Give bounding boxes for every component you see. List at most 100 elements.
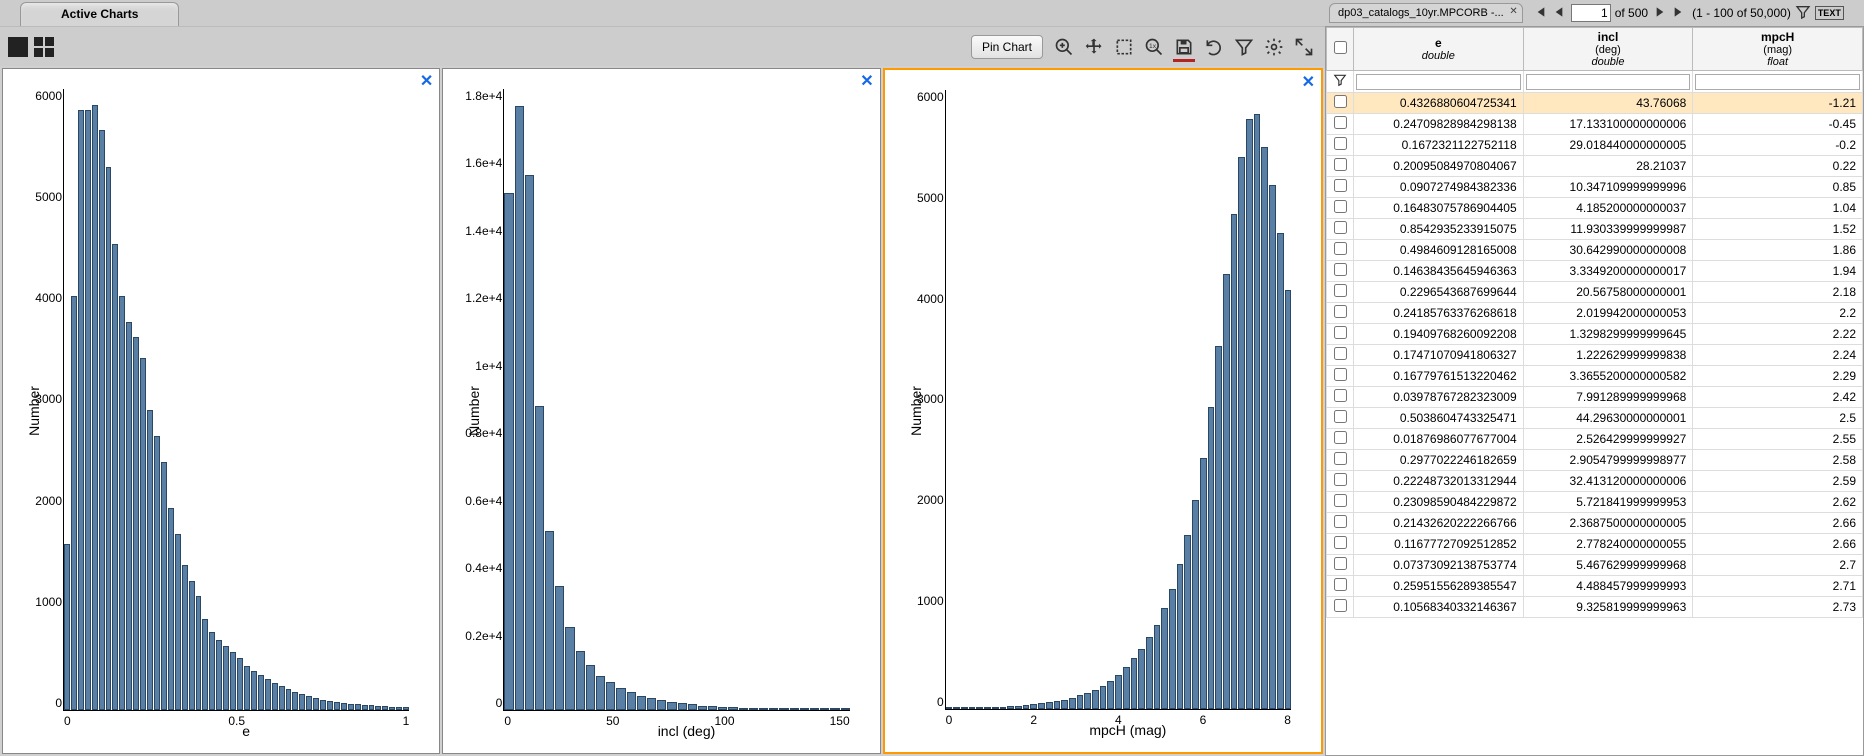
table-row[interactable]: 0.090727498438233610.3471099999999960.85 [1327,177,1863,198]
settings-icon[interactable] [1261,34,1287,60]
row-checkbox[interactable] [1334,158,1347,171]
column-header[interactable]: edouble [1354,28,1524,71]
grid-view-icon[interactable] [34,37,54,57]
row-checkbox[interactable] [1334,368,1347,381]
table-row[interactable]: 0.146384356459463633.33492000000000171.9… [1327,261,1863,282]
row-checkbox[interactable] [1334,284,1347,297]
table-row[interactable]: 0.039787672823230097.9912899999999682.42 [1327,387,1863,408]
histogram-bar [1061,700,1068,709]
table-row[interactable]: 0.164830757869044054.1852000000000371.04 [1327,198,1863,219]
table-row[interactable]: 0.116777270925128522.7782400000000552.66 [1327,534,1863,555]
filter-icon[interactable] [1231,34,1257,60]
row-checkbox[interactable] [1334,221,1347,234]
cell-incl: 4.185200000000037 [1523,198,1693,219]
histogram-bar [1184,535,1191,709]
row-checkbox[interactable] [1334,431,1347,444]
row-checkbox[interactable] [1334,410,1347,423]
table-row[interactable]: 0.018769860776770042.5264299999999272.55 [1327,429,1863,450]
histogram-bar [182,565,188,710]
row-checkbox[interactable] [1334,326,1347,339]
table-row[interactable]: 0.229654368769964420.567580000000012.18 [1327,282,1863,303]
column-filter-input[interactable] [1526,74,1691,90]
row-checkbox[interactable] [1334,536,1347,549]
table-row[interactable]: 0.498460912816500830.6429900000000081.86 [1327,240,1863,261]
last-page-icon[interactable] [1672,4,1688,23]
row-checkbox[interactable] [1334,179,1347,192]
histogram-bar [596,676,605,710]
table-row[interactable]: 0.174710709418063271.2226299999998382.24 [1327,345,1863,366]
next-page-icon[interactable] [1652,4,1668,23]
table-row[interactable]: 0.214326202222667662.36875000000000052.6… [1327,513,1863,534]
page-input[interactable] [1571,4,1611,22]
table-row[interactable]: 0.2224873201331294432.4131200000000062.5… [1327,471,1863,492]
histogram-bar [382,706,388,710]
save-icon[interactable] [1171,34,1197,60]
table-row[interactable]: 0.194097682600922081.32982999999996452.2… [1327,324,1863,345]
expand-icon[interactable] [1291,34,1317,60]
column-filter-input[interactable] [1695,74,1860,90]
zoom-reset-icon[interactable]: 1x [1141,34,1167,60]
table-row[interactable]: 0.503860474332547144.296300000000012.5 [1327,408,1863,429]
histogram-bar [1092,690,1099,709]
histogram-bar [1107,681,1114,709]
cell-mpcH: 2.42 [1693,387,1863,408]
zoom-in-icon[interactable] [1051,34,1077,60]
row-checkbox[interactable] [1334,494,1347,507]
table-row[interactable]: 0.432688060472534143.76068-1.21 [1327,93,1863,114]
row-checkbox[interactable] [1334,578,1347,591]
chart-card-mpcH[interactable]: ✕ Number 6000500040003000200010000 02468… [883,68,1323,754]
row-checkbox[interactable] [1334,515,1347,528]
undo-icon[interactable] [1201,34,1227,60]
row-checkbox[interactable] [1334,452,1347,465]
row-checkbox[interactable] [1334,116,1347,129]
histogram-bar [667,702,676,710]
row-checkbox[interactable] [1334,263,1347,276]
row-checkbox[interactable] [1334,557,1347,570]
row-checkbox[interactable] [1334,137,1347,150]
row-checkbox[interactable] [1334,389,1347,402]
row-checkbox[interactable] [1334,242,1347,255]
filter-icon[interactable] [1795,4,1811,23]
histogram-bar [1123,667,1130,709]
pin-chart-button[interactable]: Pin Chart [971,35,1043,59]
row-checkbox[interactable] [1334,95,1347,108]
select-icon[interactable] [1111,34,1137,60]
row-checkbox[interactable] [1334,305,1347,318]
select-all-checkbox[interactable] [1334,41,1347,54]
row-checkbox[interactable] [1334,200,1347,213]
table-row[interactable]: 0.241857633762686182.0199420000000532.2 [1327,303,1863,324]
chart-card-e[interactable]: ✕ Number 6000500040003000200010000 00.51… [2,68,440,754]
histogram-bar [189,581,195,710]
column-header[interactable]: mpcH(mag)float [1693,28,1863,71]
tab-active-charts[interactable]: Active Charts [20,2,179,26]
prev-page-icon[interactable] [1551,4,1567,23]
column-header[interactable]: incl(deg)double [1523,28,1693,71]
pan-icon[interactable] [1081,34,1107,60]
text-view-icon[interactable]: TEXT [1815,6,1844,20]
histogram-bar [657,700,666,710]
table-row[interactable]: 0.167797615132204623.36552000000005822.2… [1327,366,1863,387]
table-row[interactable]: 0.29770222461826592.90547999999989772.58 [1327,450,1863,471]
histogram-bar [209,632,215,710]
table-row[interactable]: 0.167232112275211829.018440000000005-0.2 [1327,135,1863,156]
chart-card-incl[interactable]: ✕ Number 1.8e+41.6e+41.4e+41.2e+41e+40.8… [442,68,880,754]
table-tab[interactable]: dp03_catalogs_10yr.MPCORB -... ✕ [1329,3,1523,23]
column-filter-input[interactable] [1356,74,1521,90]
table-row[interactable]: 0.230985904842298725.7218419999999532.62 [1327,492,1863,513]
filter-icon-cell [1327,71,1354,93]
histogram-bar [106,167,112,710]
row-checkbox[interactable] [1334,599,1347,612]
cell-mpcH: 2.22 [1693,324,1863,345]
single-view-icon[interactable] [8,37,28,57]
row-checkbox[interactable] [1334,473,1347,486]
first-page-icon[interactable] [1531,4,1547,23]
close-icon[interactable]: ✕ [1509,6,1517,17]
table-row[interactable]: 0.2009508497080406728.210370.22 [1327,156,1863,177]
cell-e: 0.21432620222266766 [1354,513,1524,534]
table-row[interactable]: 0.2470982898429813817.133100000000006-0.… [1327,114,1863,135]
table-row[interactable]: 0.259515562893855474.4884579999999932.71 [1327,576,1863,597]
table-row[interactable]: 0.105683403321463679.3258199999999632.73 [1327,597,1863,618]
table-row[interactable]: 0.073730921387537745.4676299999999682.7 [1327,555,1863,576]
row-checkbox[interactable] [1334,347,1347,360]
table-row[interactable]: 0.854293523391507511.9303399999999871.52 [1327,219,1863,240]
